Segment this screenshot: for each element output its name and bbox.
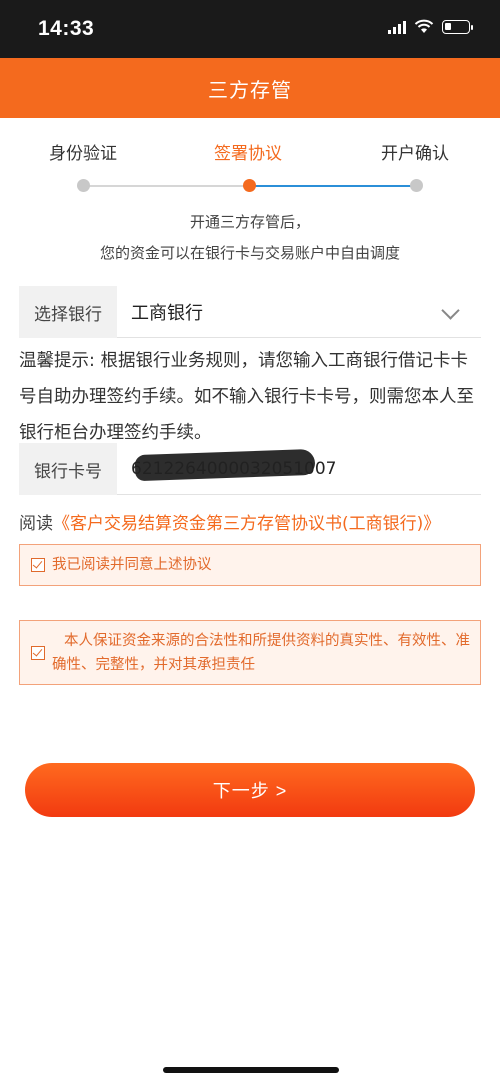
agreement-line: 阅读《客户交易结算资金第三方存管协议书(工商银行)》 [19,509,440,534]
step-identity-label: 身份验证 [49,144,117,164]
page-title: 三方存管 [208,77,292,102]
status-time: 14:33 [38,17,95,40]
bank-select-value: 工商银行 [131,303,203,324]
agreement-link[interactable]: 《客户交易结算资金第三方存管协议书(工商银行)》 [53,514,440,534]
step-dot-3 [410,179,423,192]
step-dot-2 [243,179,256,192]
bank-select[interactable]: 选择银行 工商银行 [19,286,481,338]
status-icons [388,19,473,34]
tip-text: 温馨提示: 根据银行业务规则，请您输入工商银行借记卡卡号自助办理签约手续。如不输… [19,351,474,443]
chevron-down-icon [441,301,460,320]
checkbox-icon[interactable] [31,646,45,660]
signal-icon [388,20,406,34]
agree-checkbox-row[interactable]: 我已阅读并同意上述协议 [19,544,481,586]
step-sign-label: 签署协议 [214,144,282,164]
guarantee-checkbox-row[interactable]: 本人保证资金来源的合法性和所提供资料的真实性、有效性、准确性、完整性，并对其承担… [19,620,481,685]
step-confirm-label: 开户确认 [381,144,449,164]
next-step-button[interactable]: 下一步 > [25,763,475,817]
card-number-label: 银行卡号 [19,443,117,495]
battery-icon [442,19,473,34]
guarantee-checkbox-label: 本人保证资金来源的合法性和所提供资料的真实性、有效性、准确性、完整性，并对其承担… [52,633,470,673]
agree-checkbox-label: 我已阅读并同意上述协议 [52,557,212,573]
step-line-done [84,185,250,187]
status-bar: 14:33 [0,0,500,58]
agreement-prefix: 阅读 [19,514,53,534]
wifi-icon [414,19,434,33]
step-dot-1 [77,179,90,192]
app-header: 三方存管 [0,58,500,118]
intro-line-1: 开通三方存管后， [189,213,310,231]
checkbox-icon[interactable] [31,558,45,572]
step-line-pending [250,185,416,187]
bank-select-label: 选择银行 [19,286,117,338]
home-indicator [163,1067,339,1073]
intro-line-2: 您的资金可以在银行卡与交易账户中自由调度 [99,244,400,262]
